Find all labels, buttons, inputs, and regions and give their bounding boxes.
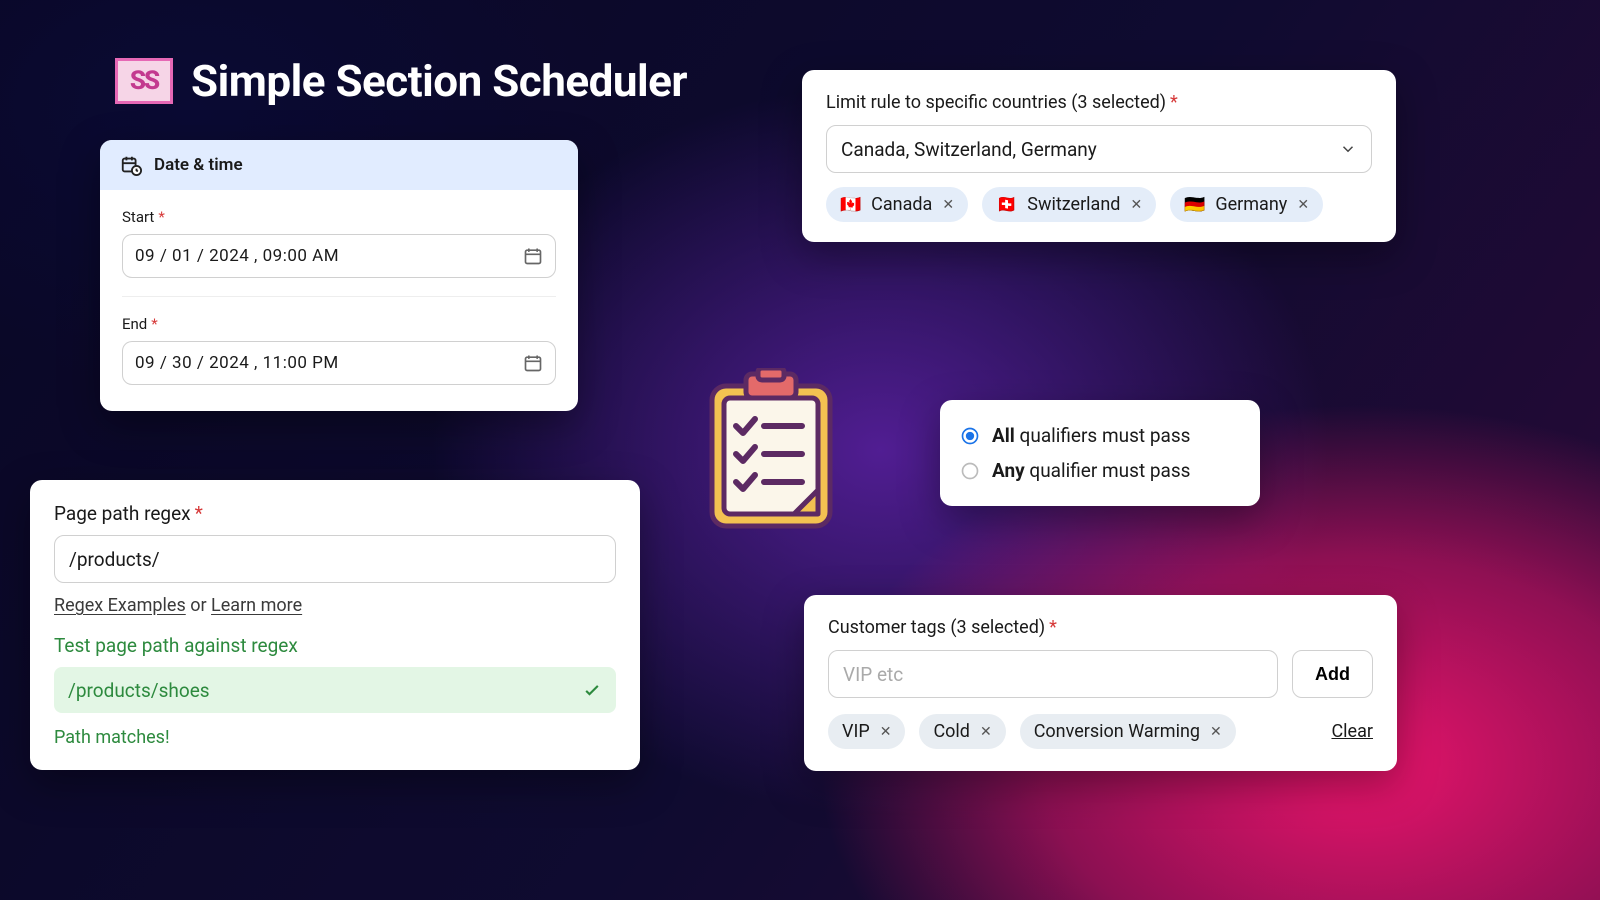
country-chip: 🇨🇭 Switzerland ✕ [982, 187, 1156, 222]
country-label: Limit rule to specific countries (3 sele… [826, 92, 1372, 113]
chip-label: Switzerland [1027, 194, 1120, 215]
clipboard-checklist-icon [698, 368, 844, 536]
learn-more-link[interactable]: Learn more [211, 595, 302, 616]
regex-test-input[interactable]: /products/shoes [54, 667, 616, 713]
remove-chip-icon[interactable]: ✕ [1130, 197, 1142, 213]
tags-label: Customer tags (3 selected)* [828, 617, 1373, 638]
calendar-icon[interactable] [523, 246, 543, 266]
regex-label: Page path regex* [54, 502, 616, 525]
start-label: Start* [122, 208, 556, 226]
country-chip: 🇩🇪 Germany ✕ [1170, 187, 1323, 222]
regex-test-label: Test page path against regex [54, 634, 616, 657]
date-time-header: Date & time [100, 140, 578, 190]
check-icon [582, 680, 602, 700]
remove-tag-icon[interactable]: ✕ [880, 724, 892, 740]
flag-icon: 🇨🇦 [840, 195, 861, 215]
chevron-down-icon [1339, 140, 1357, 158]
flag-icon: 🇨🇭 [996, 195, 1017, 215]
regex-value: /products/ [69, 548, 160, 571]
regex-result: Path matches! [54, 727, 616, 748]
add-tag-button[interactable]: Add [1292, 650, 1373, 698]
country-chips: 🇨🇦 Canada ✕ 🇨🇭 Switzerland ✕ 🇩🇪 Germany … [826, 187, 1372, 222]
tags-card: Customer tags (3 selected)* VIP etc Add … [804, 595, 1397, 771]
regex-examples-link[interactable]: Regex Examples [54, 595, 186, 616]
tag-chip: VIP ✕ [828, 714, 905, 749]
date-time-card: Date & time Start* 09 / 01 / 2024 , 09:0… [100, 140, 578, 411]
end-label: End* [122, 315, 556, 333]
qualifiers-card: All qualifiers must pass Any qualifier m… [940, 400, 1260, 506]
flag-icon: 🇩🇪 [1184, 195, 1205, 215]
chip-label: Germany [1215, 194, 1287, 215]
app-logo: SS [115, 58, 173, 104]
radio-unchecked-icon [960, 461, 980, 481]
calendar-clock-icon [120, 154, 142, 176]
date-time-header-label: Date & time [154, 155, 243, 175]
country-chip: 🇨🇦 Canada ✕ [826, 187, 968, 222]
country-card: Limit rule to specific countries (3 sele… [802, 70, 1396, 242]
app-title-text: Simple Section Scheduler [191, 55, 687, 107]
end-value: 09 / 30 / 2024 , 11:00 PM [135, 353, 339, 373]
regex-test-value: /products/shoes [68, 679, 210, 702]
regex-input[interactable]: /products/ [54, 535, 616, 583]
tag-text: Conversion Warming [1034, 721, 1200, 742]
start-datetime-input[interactable]: 09 / 01 / 2024 , 09:00 AM [122, 234, 556, 278]
app-title: SS Simple Section Scheduler [115, 55, 687, 107]
tag-chip: Conversion Warming ✕ [1020, 714, 1236, 749]
clear-tags-link[interactable]: Clear [1331, 721, 1373, 742]
tag-text: Cold [933, 721, 970, 742]
tag-input-placeholder: VIP etc [843, 663, 903, 686]
country-select-text: Canada, Switzerland, Germany [841, 138, 1097, 161]
end-datetime-input[interactable]: 09 / 30 / 2024 , 11:00 PM [122, 341, 556, 385]
qualifier-all-row[interactable]: All qualifiers must pass [960, 418, 1240, 453]
regex-help-links: Regex Examples or Learn more [54, 595, 616, 616]
country-select[interactable]: Canada, Switzerland, Germany [826, 125, 1372, 173]
tag-list: VIP ✕ Cold ✕ Conversion Warming ✕ Clear [828, 714, 1373, 749]
remove-chip-icon[interactable]: ✕ [1297, 197, 1309, 213]
qualifier-any-row[interactable]: Any qualifier must pass [960, 453, 1240, 488]
chip-label: Canada [871, 194, 932, 215]
start-value: 09 / 01 / 2024 , 09:00 AM [135, 246, 339, 266]
regex-card: Page path regex* /products/ Regex Exampl… [30, 480, 640, 770]
calendar-icon[interactable] [523, 353, 543, 373]
remove-tag-icon[interactable]: ✕ [1210, 724, 1222, 740]
tag-input[interactable]: VIP etc [828, 650, 1278, 698]
remove-tag-icon[interactable]: ✕ [980, 724, 992, 740]
tag-chip: Cold ✕ [919, 714, 1005, 749]
tag-text: VIP [842, 721, 870, 742]
remove-chip-icon[interactable]: ✕ [942, 197, 954, 213]
radio-checked-icon [960, 426, 980, 446]
